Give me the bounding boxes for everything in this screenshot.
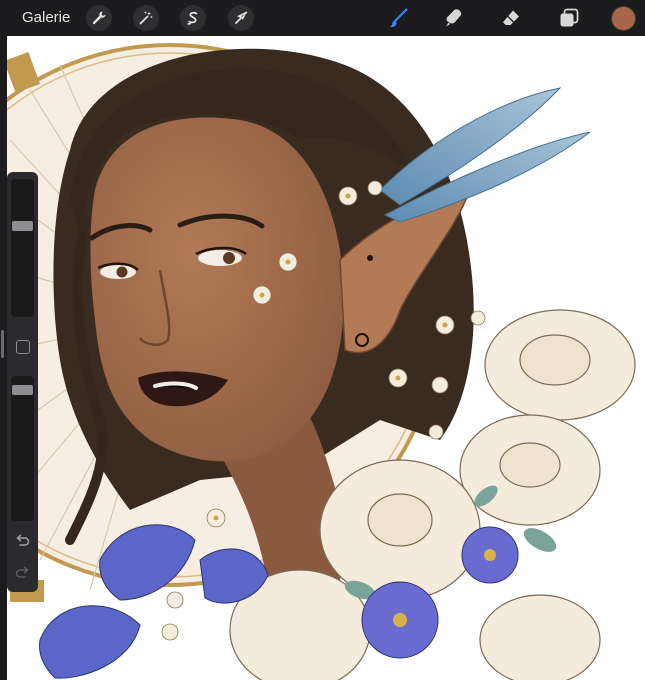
- redo-button[interactable]: [14, 564, 31, 581]
- adjustments-button[interactable]: [133, 5, 159, 31]
- modify-button[interactable]: [16, 340, 30, 354]
- brush-sidebar: [7, 172, 38, 592]
- wrench-icon: [92, 11, 106, 25]
- brush-size-slider[interactable]: [11, 179, 34, 317]
- sidebar-drag-handle[interactable]: [1, 330, 4, 358]
- selection-s-icon: [187, 11, 198, 25]
- magic-wand-icon: [139, 11, 153, 25]
- active-color-swatch[interactable]: [611, 6, 636, 31]
- actions-button[interactable]: [86, 5, 112, 31]
- top-toolbar: Galerie: [0, 0, 645, 36]
- artwork-illustration: [0, 43, 636, 680]
- layers-button[interactable]: [556, 5, 582, 31]
- drawing-canvas[interactable]: [0, 36, 645, 680]
- opacity-slider[interactable]: [11, 376, 34, 521]
- smudge-tool[interactable]: [441, 5, 467, 31]
- transform-button[interactable]: [228, 5, 254, 31]
- arrow-cursor-icon: [235, 11, 248, 24]
- redo-icon: [15, 566, 29, 578]
- brush-icon: [389, 8, 408, 28]
- right-eye: [198, 250, 242, 266]
- eraser-tool[interactable]: [498, 5, 524, 31]
- undo-icon: [16, 534, 30, 546]
- opacity-thumb[interactable]: [12, 385, 33, 395]
- smudge-icon: [446, 9, 462, 27]
- eraser-icon: [503, 10, 519, 25]
- brush-tool[interactable]: [385, 5, 411, 31]
- gallery-button[interactable]: Galerie: [22, 9, 70, 26]
- face: [90, 117, 344, 462]
- undo-button[interactable]: [14, 532, 31, 549]
- layers-icon: [560, 8, 579, 27]
- left-canvas-edge: [0, 36, 7, 680]
- brush-size-thumb[interactable]: [12, 221, 33, 231]
- selection-button[interactable]: [180, 5, 206, 31]
